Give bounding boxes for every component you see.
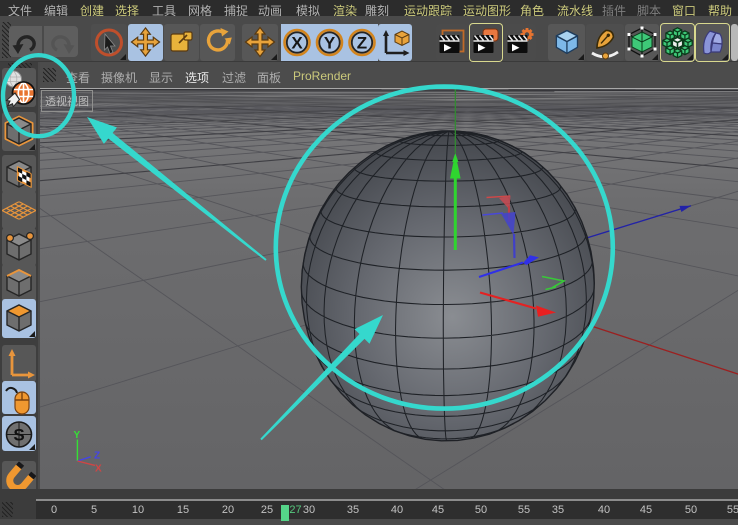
svg-text:Y: Y	[324, 34, 336, 53]
svg-text:X: X	[95, 464, 102, 475]
svg-text:S: S	[13, 426, 24, 445]
svg-text:Z: Z	[357, 34, 367, 53]
svg-text:Y: Y	[74, 430, 81, 441]
svg-text:X: X	[291, 34, 303, 53]
svg-text:Z: Z	[94, 451, 100, 462]
